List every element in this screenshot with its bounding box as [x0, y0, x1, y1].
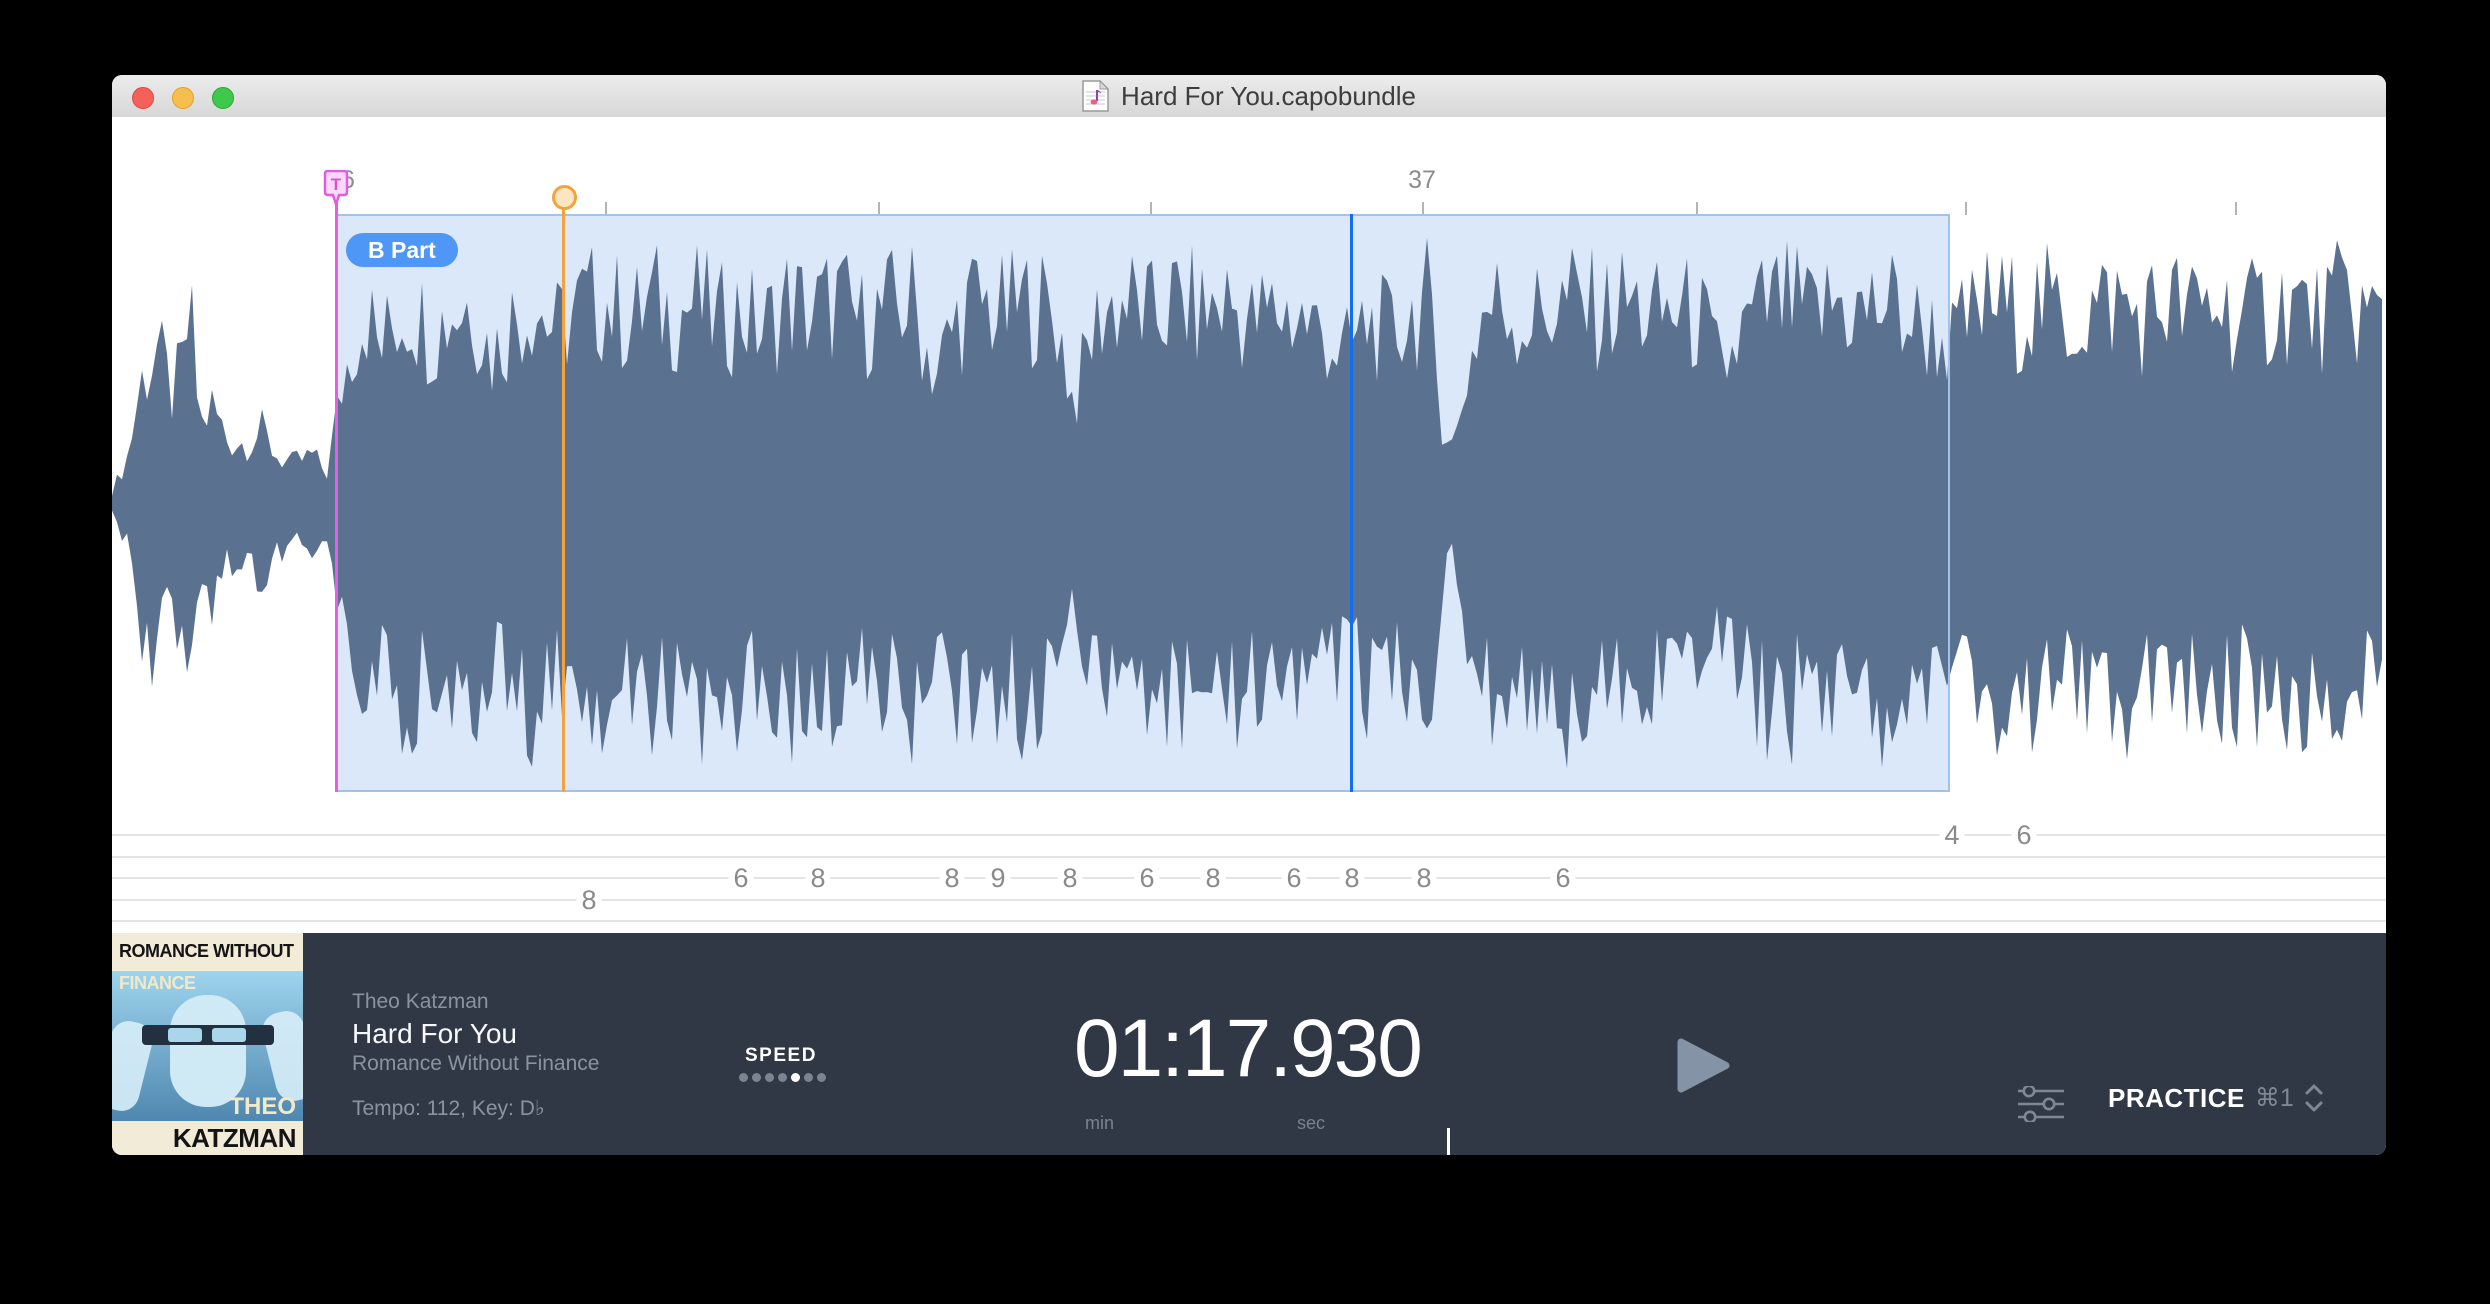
title-bar[interactable]: Hard For You.capobundle	[112, 75, 2386, 118]
speed-label: SPEED	[745, 1045, 817, 1067]
desktop: Hard For You.capobundle 3637 T B Part 46…	[0, 0, 2490, 1304]
tab-string-line	[112, 877, 2386, 879]
song-tempo-key: Tempo: 112, Key: D♭	[352, 1096, 545, 1121]
album-art-text-4: KATZMAN	[173, 1123, 296, 1154]
speed-dot[interactable]	[739, 1073, 748, 1082]
section-badge[interactable]: B Part	[346, 233, 458, 267]
loop-start-marker-handle[interactable]	[552, 185, 577, 210]
speed-dots[interactable]	[739, 1073, 826, 1082]
album-art-text-2: FINANCE	[119, 973, 196, 994]
playhead-line[interactable]	[1350, 214, 1353, 792]
tab-fret-number: 6	[728, 863, 753, 893]
tab-fret-number: 8	[576, 885, 601, 915]
tab-string-line	[112, 856, 2386, 858]
album-art-text-1: ROMANCE WITHOUT	[119, 941, 293, 962]
capo-window: Hard For You.capobundle 3637 T B Part 46…	[112, 75, 2386, 1155]
song-album: Romance Without Finance	[352, 1052, 599, 1076]
flag-letter: T	[331, 175, 342, 194]
tempo-slider-knob-stem	[1447, 1128, 1450, 1155]
tab-fret-number: 8	[1200, 863, 1225, 893]
tab-fret-number: 8	[1411, 863, 1436, 893]
section-badge-label: B Part	[368, 237, 436, 264]
mode-stepper-chevrons[interactable]	[2304, 1081, 2324, 1115]
speed-dot[interactable]	[752, 1073, 761, 1082]
time-display: 01:17.930	[1074, 1008, 1421, 1090]
speed-dot[interactable]	[804, 1073, 813, 1082]
song-artist: Theo Katzman	[352, 990, 489, 1014]
window-title-group: Hard For You.capobundle	[112, 75, 2386, 117]
tab-fret-number: 9	[985, 863, 1010, 893]
tab-fret-number: 4	[1939, 820, 1964, 850]
speed-dot[interactable]	[765, 1073, 774, 1082]
window-title: Hard For You.capobundle	[1121, 81, 1416, 112]
tab-fret-number: 8	[1339, 863, 1364, 893]
tab-fret-number: 8	[1057, 863, 1082, 893]
tab-fret-number: 6	[2011, 820, 2036, 850]
mode-label: PRACTICE	[2108, 1083, 2245, 1114]
tab-fret-number: 8	[805, 863, 830, 893]
song-title: Hard For You	[352, 1018, 517, 1050]
tab-string-line	[112, 920, 2386, 922]
tab-fret-number: 6	[1281, 863, 1306, 893]
tab-fret-number: 8	[939, 863, 964, 893]
time-min-label: min	[1085, 1113, 1114, 1134]
tab-string-line	[112, 899, 2386, 901]
album-art-glasses	[142, 1025, 274, 1045]
tab-fret-number: 6	[1550, 863, 1575, 893]
speed-dot[interactable]	[778, 1073, 787, 1082]
section-flag-marker[interactable]: T	[322, 170, 350, 208]
tab-fret-number: 6	[1134, 863, 1159, 893]
speed-dot-active[interactable]	[791, 1073, 800, 1082]
loop-selection-border	[337, 214, 1950, 792]
time-sec-label: sec	[1297, 1113, 1325, 1134]
speed-dot[interactable]	[817, 1073, 826, 1082]
play-button[interactable]	[1677, 1037, 1731, 1094]
mode-shortcut: ⌘1	[2255, 1083, 2294, 1113]
album-art-text-3: THEO	[229, 1093, 296, 1121]
album-art: ROMANCE WITHOUT FINANCE THEO KATZMAN	[112, 933, 303, 1155]
tab-string-line	[112, 834, 2386, 836]
effects-sliders-icon[interactable]	[2018, 1086, 2064, 1122]
document-music-icon	[1082, 80, 1109, 112]
transport-bar: ROMANCE WITHOUT FINANCE THEO KATZMAN The…	[112, 933, 2386, 1155]
section-marker-line[interactable]	[335, 200, 338, 792]
mode-selector[interactable]: PRACTICE ⌘1	[2108, 1081, 2324, 1115]
album-art-face	[170, 995, 246, 1107]
bar-number-label: 37	[1408, 166, 1436, 195]
loop-start-marker-line[interactable]	[562, 205, 565, 792]
waveform-pane[interactable]: 3637 T B Part 46688986868868	[112, 117, 2386, 933]
